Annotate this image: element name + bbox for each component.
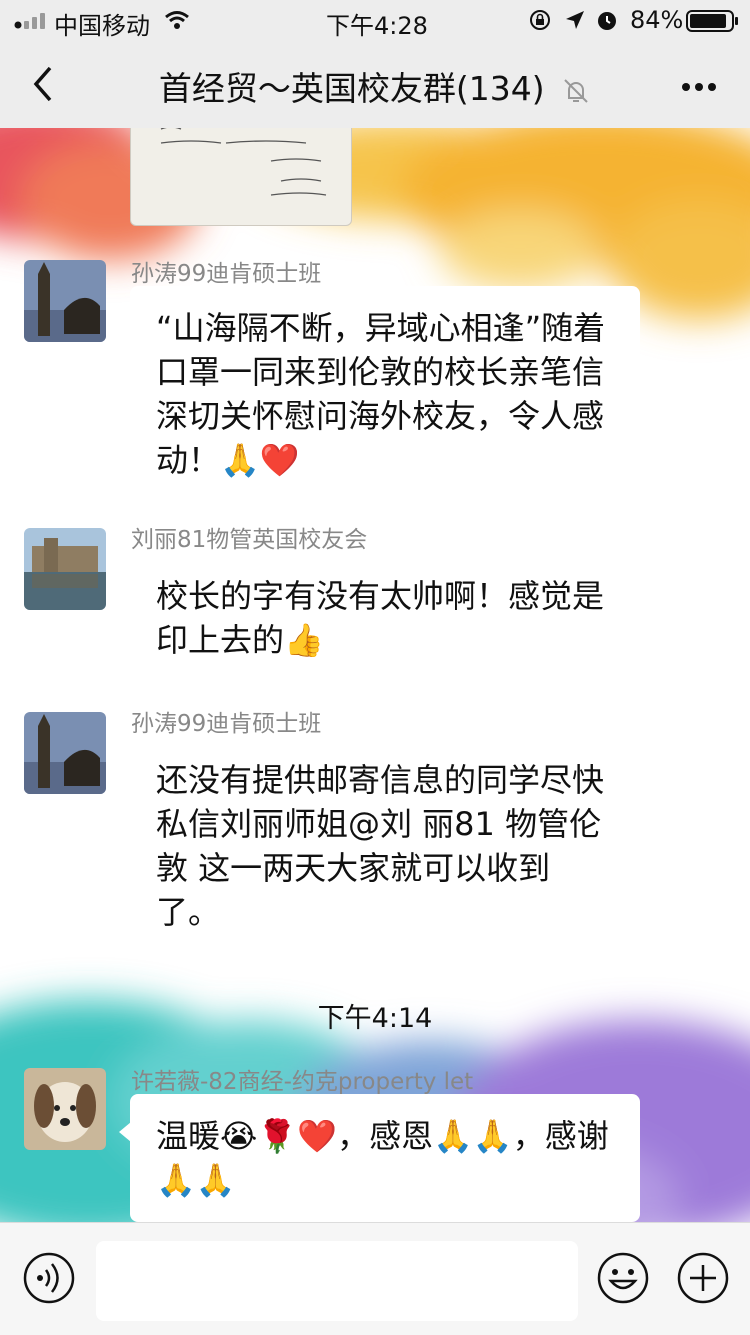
input-bar — [0, 1222, 750, 1335]
battery-percent: 84% — [630, 6, 684, 34]
orientation-lock-icon — [530, 10, 550, 30]
sender-name: 许若薇-82商经-约克property let — [131, 1069, 474, 1095]
avatar[interactable] — [24, 1068, 106, 1150]
status-time: 下午4:28 — [326, 12, 428, 40]
battery-icon — [686, 10, 738, 32]
status-bar: 中国移动 下午4:28 84% — [0, 0, 750, 40]
message-input[interactable] — [96, 1241, 578, 1321]
plus-icon[interactable] — [676, 1251, 730, 1305]
signal-icon — [14, 13, 45, 29]
avatar-image — [24, 260, 106, 342]
alarm-icon — [598, 12, 616, 30]
avatar[interactable] — [24, 260, 106, 342]
message-bubble[interactable]: 校长的字有没有太帅啊！感觉是印上去的👍 — [119, 554, 640, 682]
handwriting-image — [160, 128, 327, 196]
avatar-image — [24, 1068, 106, 1150]
avatar[interactable] — [24, 712, 106, 794]
avatar-image — [24, 712, 106, 794]
group-name: 首经贸～英国校友群(134) — [158, 69, 545, 108]
timestamp: 下午4:14 — [317, 1003, 433, 1034]
sender-name: 孙涛99迪肯硕士班 — [131, 711, 322, 737]
letter-image[interactable] — [130, 128, 352, 226]
carrier-name: 中国移动 — [54, 12, 150, 40]
avatar[interactable] — [24, 528, 106, 610]
chat-title: 首经贸～英国校友群(134) — [0, 62, 750, 110]
voice-icon[interactable] — [22, 1251, 76, 1305]
message-bubble[interactable]: 温暖😭🌹❤️，感恩🙏🙏，感谢🙏🙏 — [119, 1094, 640, 1222]
chat-area[interactable]: 孙涛99迪肯硕士班 “山海隔不断，异域心相逢”随着口罩一同来到伦敦的校长亲笔信深… — [0, 128, 750, 1222]
avatar-image — [24, 528, 106, 610]
sender-name: 刘丽81物管英国校友会 — [131, 527, 368, 553]
location-icon — [566, 11, 584, 29]
sender-name: 孙涛99迪肯硕士班 — [131, 261, 322, 287]
mute-icon — [564, 78, 588, 103]
wifi-icon — [165, 11, 189, 29]
message-bubble[interactable]: “山海隔不断，异域心相逢”随着口罩一同来到伦敦的校长亲笔信深切关怀慰问海外校友，… — [119, 286, 640, 502]
emoji-icon[interactable] — [596, 1251, 650, 1305]
message-bubble[interactable]: 还没有提供邮寄信息的同学尽快私信刘丽师姐@刘 丽81 物管伦敦 这一两天大家就可… — [119, 738, 640, 954]
nav-bar: 首经贸～英国校友群(134) — [0, 40, 750, 128]
more-icon[interactable] — [677, 76, 716, 95]
